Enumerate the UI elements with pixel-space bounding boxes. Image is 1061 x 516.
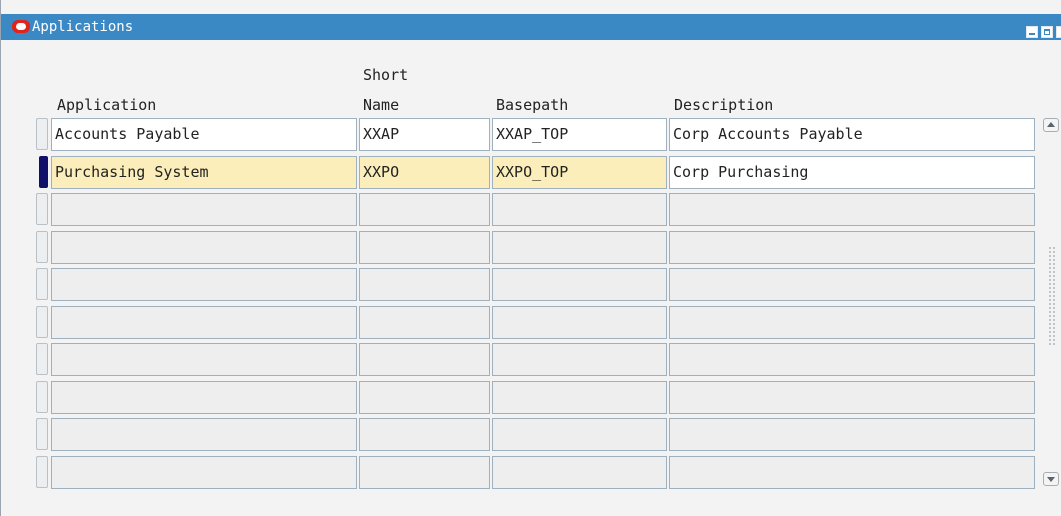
cell-description[interactable]: Corp Purchasing [669,156,1035,189]
cell-description[interactable] [669,231,1035,264]
cell-application[interactable] [51,418,357,451]
cell-basepath[interactable] [492,381,667,414]
cell-application[interactable] [51,381,357,414]
cell-application[interactable] [51,268,357,301]
maximize-icon[interactable] [1041,26,1053,38]
cell-short-name[interactable] [359,343,490,376]
column-header-application: Application [57,96,157,114]
vertical-scrollbar[interactable] [1042,118,1061,488]
cell-short-name[interactable] [359,231,490,264]
column-header-basepath: Basepath [496,96,569,114]
cell-short-name[interactable]: XXPO [359,156,490,189]
cell-description[interactable] [669,381,1035,414]
cell-description[interactable] [669,306,1035,339]
cell-basepath[interactable] [492,343,667,376]
cell-basepath[interactable] [492,456,667,489]
cell-description[interactable]: Corp Accounts Payable [669,118,1035,151]
applications-window: Applications Application Short Name Base… [0,0,1061,516]
cell-basepath[interactable]: XXPO_TOP [492,156,667,189]
cell-basepath[interactable] [492,231,667,264]
record-indicator[interactable] [36,118,48,150]
record-indicator[interactable] [36,231,48,263]
minimize-icon[interactable] [1026,26,1038,38]
cell-application[interactable] [51,193,357,226]
cell-application[interactable] [51,456,357,489]
cell-short-name[interactable] [359,381,490,414]
cell-basepath[interactable] [492,193,667,226]
window-titlebar[interactable]: Applications [1,14,1061,40]
window-controls [1023,21,1061,38]
cell-basepath[interactable] [492,306,667,339]
record-indicator[interactable] [36,381,48,413]
cell-short-name[interactable] [359,193,490,226]
cell-short-name[interactable] [359,456,490,489]
record-indicator[interactable] [36,193,48,225]
cell-description[interactable] [669,343,1035,376]
cell-basepath[interactable]: XXAP_TOP [492,118,667,151]
cell-basepath[interactable] [492,268,667,301]
scroll-grip[interactable] [1048,246,1056,346]
cell-short-name[interactable] [359,268,490,301]
record-indicator[interactable] [36,306,48,338]
record-indicator[interactable] [36,456,48,488]
cell-short-name[interactable] [359,306,490,339]
column-header-description: Description [674,96,774,114]
cell-application[interactable] [51,231,357,264]
scroll-down-icon[interactable] [1043,472,1059,486]
oracle-logo-icon [12,20,30,33]
record-indicator[interactable] [36,343,48,375]
cell-description[interactable] [669,456,1035,489]
record-indicator[interactable] [36,268,48,300]
close-icon[interactable] [1056,26,1061,38]
cell-application[interactable]: Accounts Payable [51,118,357,151]
cell-application[interactable] [51,343,357,376]
cell-description[interactable] [669,418,1035,451]
cell-description[interactable] [669,193,1035,226]
column-header-short-name-line1: Short [363,66,409,84]
scroll-up-icon[interactable] [1043,118,1059,132]
cell-application[interactable]: Purchasing System [51,156,357,189]
cell-short-name[interactable] [359,418,490,451]
cell-application[interactable] [51,306,357,339]
record-indicator[interactable] [36,418,48,450]
column-header-short-name-line2: Name [363,96,400,114]
cell-description[interactable] [669,268,1035,301]
record-indicator[interactable] [39,156,48,188]
cell-basepath[interactable] [492,418,667,451]
window-title: Applications [32,19,134,35]
cell-short-name[interactable]: XXAP [359,118,490,151]
